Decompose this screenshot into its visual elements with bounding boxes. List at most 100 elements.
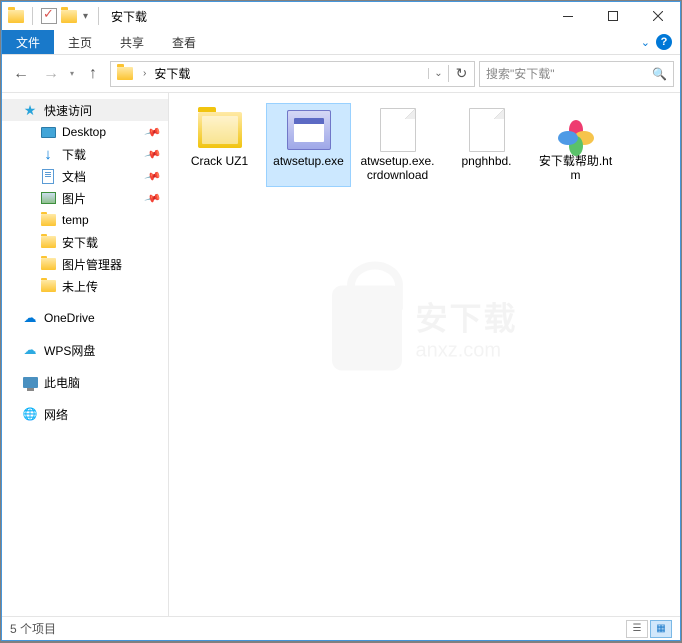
- maximize-button[interactable]: [590, 2, 635, 30]
- minimize-button[interactable]: [545, 2, 590, 30]
- sidebar-item-documents[interactable]: 文档 📌: [2, 165, 168, 187]
- tab-file[interactable]: 文件: [2, 30, 54, 54]
- close-button[interactable]: [635, 2, 680, 30]
- history-dropdown-icon[interactable]: ▾: [68, 69, 76, 78]
- status-item-count: 5 个项目: [10, 620, 56, 637]
- sidebar-item-label: 图片管理器: [62, 256, 122, 273]
- file-name: atwsetup.exe: [273, 154, 344, 168]
- sidebar-item-label: Desktop: [62, 125, 106, 139]
- search-input[interactable]: 搜索"安下载" 🔍: [479, 61, 674, 87]
- sidebar-item-label: OneDrive: [44, 311, 95, 325]
- sidebar-item-label: WPS网盘: [44, 342, 95, 359]
- sidebar-item-label: 快速访问: [44, 102, 92, 119]
- sidebar-item-label: 图片: [62, 190, 86, 207]
- sidebar-quick-access[interactable]: ★ 快速访问: [2, 99, 168, 121]
- explorer-window: ▾ 安下载 文件 主页 共享 查看 ⌄ ? ← → ▾ ↑: [1, 1, 681, 641]
- watermark: 安下载 anxz.com: [331, 286, 517, 371]
- quick-access-toolbar: ▾: [2, 7, 103, 25]
- qat-dropdown-icon[interactable]: ▾: [81, 11, 90, 22]
- file-icon: [469, 108, 505, 152]
- sidebar-item-pictures[interactable]: 图片 📌: [2, 187, 168, 209]
- folder-icon: [8, 10, 24, 23]
- file-item[interactable]: atwsetup.exe.crdownload: [355, 103, 440, 187]
- chevron-right-icon[interactable]: ›: [139, 68, 150, 79]
- sidebar-item-label: 网络: [44, 406, 68, 423]
- tab-view[interactable]: 查看: [158, 30, 210, 54]
- file-name: atwsetup.exe.crdownload: [358, 154, 437, 182]
- tab-share[interactable]: 共享: [106, 30, 158, 54]
- sidebar-item-label: 下载: [62, 146, 86, 163]
- new-folder-icon[interactable]: [61, 10, 77, 23]
- view-large-icons-button[interactable]: ▦: [650, 620, 672, 638]
- document-icon: [42, 169, 54, 184]
- sidebar-item-label: 安下载: [62, 234, 98, 251]
- ribbon-tabs: 文件 主页 共享 查看 ⌄ ?: [2, 30, 680, 55]
- file-item[interactable]: 安下载帮助.htm: [533, 103, 618, 187]
- folder-icon: [41, 236, 56, 248]
- pin-icon: 📌: [144, 189, 162, 207]
- folder-icon: [41, 280, 56, 292]
- separator: [32, 7, 33, 25]
- download-icon: ↓: [40, 146, 56, 162]
- ribbon-expand-icon[interactable]: ⌄: [641, 36, 650, 49]
- status-bar: 5 个项目 ☰ ▦: [2, 616, 680, 640]
- folder-icon: [117, 67, 133, 80]
- pin-icon: 📌: [144, 123, 162, 141]
- pictures-icon: [41, 192, 56, 204]
- sidebar-item-label: 此电脑: [44, 374, 80, 391]
- star-icon: ★: [22, 102, 38, 118]
- file-icon: [380, 108, 416, 152]
- window-title: 安下载: [111, 8, 147, 25]
- sidebar-thispc[interactable]: 此电脑: [2, 371, 168, 393]
- pin-icon: 📌: [144, 145, 162, 163]
- sidebar-item-label: 文档: [62, 168, 86, 185]
- tab-home[interactable]: 主页: [54, 30, 106, 54]
- file-item[interactable]: atwsetup.exe: [266, 103, 351, 187]
- navigation-pane[interactable]: ★ 快速访问 Desktop 📌 ↓ 下载 📌 文档 📌 图片 📌 temp 安下载 图片…: [2, 93, 169, 616]
- network-icon: 🌐: [22, 406, 38, 422]
- sidebar-onedrive[interactable]: ☁ OneDrive: [2, 307, 168, 329]
- pc-icon: [23, 377, 38, 388]
- body: ★ 快速访问 Desktop 📌 ↓ 下载 📌 文档 📌 图片 📌 temp 安下载 图片…: [2, 93, 680, 616]
- file-name: Crack UZ1: [191, 154, 248, 168]
- onedrive-icon: ☁: [22, 310, 38, 326]
- help-icon[interactable]: ?: [656, 34, 672, 50]
- sidebar-item-label: 未上传: [62, 278, 98, 295]
- lock-icon: [331, 286, 401, 371]
- desktop-icon: [41, 127, 56, 138]
- wps-icon: ☁: [22, 342, 38, 358]
- search-placeholder: 搜索"安下载": [486, 65, 555, 82]
- forward-button[interactable]: →: [38, 61, 64, 87]
- sidebar-item-anxz[interactable]: 安下载: [2, 231, 168, 253]
- file-list-pane[interactable]: 安下载 anxz.com Crack UZ1 atwsetup.exe atwset…: [169, 93, 680, 616]
- folder-icon: [198, 112, 242, 148]
- sidebar-item-label: temp: [62, 213, 89, 227]
- titlebar[interactable]: ▾ 安下载: [2, 2, 680, 30]
- html-icon: [556, 110, 596, 150]
- properties-icon[interactable]: [41, 8, 57, 24]
- sidebar-item-downloads[interactable]: ↓ 下载 📌: [2, 143, 168, 165]
- navigation-bar: ← → ▾ ↑ › 安下载 ⌄ ↻ 搜索"安下载" 🔍: [2, 55, 680, 93]
- file-item[interactable]: pnghhbd.: [444, 103, 529, 187]
- up-button[interactable]: ↑: [80, 61, 106, 87]
- file-name: pnghhbd.: [461, 154, 511, 168]
- sidebar-item-picmanager[interactable]: 图片管理器: [2, 253, 168, 275]
- file-name: 安下载帮助.htm: [536, 154, 615, 182]
- file-item[interactable]: Crack UZ1: [177, 103, 262, 187]
- address-dropdown-icon[interactable]: ⌄: [428, 68, 448, 79]
- search-icon[interactable]: 🔍: [652, 67, 667, 81]
- refresh-button[interactable]: ↻: [448, 65, 474, 82]
- sidebar-item-desktop[interactable]: Desktop 📌: [2, 121, 168, 143]
- sidebar-item-temp[interactable]: temp: [2, 209, 168, 231]
- folder-icon: [41, 258, 56, 270]
- breadcrumb-segment[interactable]: 安下载: [150, 65, 194, 82]
- application-icon: [287, 110, 331, 150]
- view-details-button[interactable]: ☰: [626, 620, 648, 638]
- sidebar-item-notuploaded[interactable]: 未上传: [2, 275, 168, 297]
- separator: [98, 7, 99, 25]
- back-button[interactable]: ←: [8, 61, 34, 87]
- sidebar-wps[interactable]: ☁ WPS网盘: [2, 339, 168, 361]
- address-bar[interactable]: › 安下载 ⌄ ↻: [110, 61, 475, 87]
- pin-icon: 📌: [144, 167, 162, 185]
- sidebar-network[interactable]: 🌐 网络: [2, 403, 168, 425]
